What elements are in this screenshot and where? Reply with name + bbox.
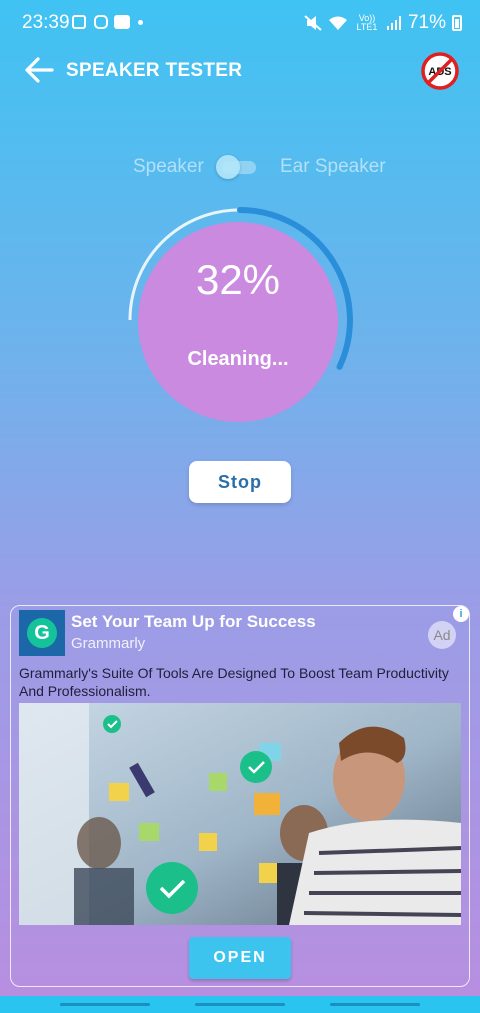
progress-status: Cleaning... — [187, 348, 289, 370]
speaker-toggle[interactable] — [216, 155, 256, 179]
instagram-icon — [94, 15, 108, 29]
ear-speaker-label: Ear Speaker — [280, 156, 386, 177]
dot-icon — [138, 20, 143, 25]
gallery-icon — [72, 15, 86, 29]
ad-info-icon[interactable]: i — [453, 606, 469, 622]
grammarly-logo-letter: G — [27, 618, 57, 648]
remove-ads-button[interactable]: ADS — [421, 52, 459, 90]
status-right: Vo)) LTE1 71% — [304, 12, 462, 34]
status-time: 23:39 — [22, 12, 70, 33]
stop-button[interactable]: Stop — [189, 461, 291, 503]
page-title: SPEAKER TESTER — [66, 60, 243, 81]
nav-recents-handle[interactable] — [60, 1003, 150, 1006]
grammarly-logo: G — [19, 610, 65, 656]
ad-title[interactable]: Set Your Team Up for Success — [71, 612, 316, 632]
toggle-knob — [216, 155, 240, 179]
back-arrow-icon[interactable] — [24, 56, 54, 84]
network-label: Vo)) LTE1 — [356, 13, 378, 32]
ad-image[interactable] — [19, 703, 461, 925]
battery-percent: 71% — [407, 12, 446, 33]
progress-percent: 32% — [195, 256, 281, 303]
ad-brand: Grammarly — [71, 635, 146, 652]
gauge-circle — [138, 222, 338, 422]
youtube-icon — [114, 15, 130, 29]
speaker-label: Speaker — [133, 156, 204, 177]
signal-icon — [386, 16, 401, 30]
open-button[interactable]: OPEN — [189, 937, 291, 979]
check-icon-large — [146, 862, 198, 914]
battery-icon — [452, 15, 462, 31]
wifi-icon — [328, 16, 347, 30]
check-icon-medium — [240, 751, 272, 783]
ad-description: Grammarly's Suite Of Tools Are Designed … — [19, 665, 449, 699]
ad-badge: Ad — [428, 621, 456, 649]
nav-back-handle[interactable] — [330, 1003, 420, 1006]
nav-home-handle[interactable] — [195, 1003, 285, 1006]
check-icon-small — [103, 715, 121, 733]
status-bar: 23:39 Vo)) LTE1 71% — [0, 0, 480, 42]
mute-icon — [304, 15, 322, 31]
